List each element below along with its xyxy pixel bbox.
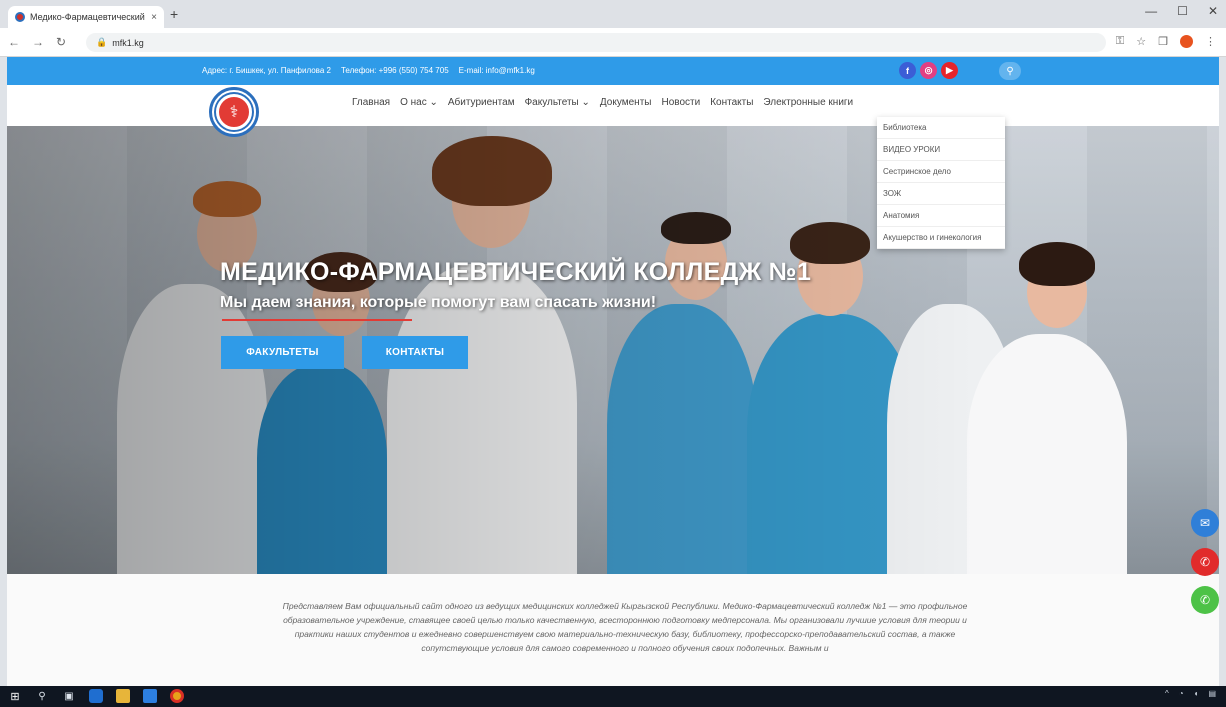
window-controls: — ☐ ✕ [1145,4,1218,18]
task-view-icon[interactable]: ▣ [62,689,76,703]
contact-info: Адрес: г. Бишкек, ул. Панфилова 2 Телефо… [202,66,535,75]
dropdown-item-healthy-lifestyle[interactable]: ЗОЖ [877,183,1005,205]
tab-title: Медико-Фармацевтический к... [30,12,147,22]
hero-banner [7,126,1219,574]
key-icon[interactable]: ⚿ [1116,35,1124,48]
windows-start-icon[interactable]: ⊞ [8,689,22,703]
network-icon[interactable]: ◔ [1179,689,1184,698]
nav-item-contacts[interactable]: Контакты [710,97,753,108]
file-explorer-icon[interactable] [116,689,130,703]
chevron-down-icon: ⌄ [581,97,590,108]
dropdown-item-video-lessons[interactable]: ВИДЕО УРОКИ [877,139,1005,161]
whatsapp-float-icon[interactable]: ✆ [1191,586,1219,614]
nav-item-applicants[interactable]: Абитуриентам [448,97,515,108]
lock-icon: 🔒 [96,37,108,47]
star-icon[interactable]: ☆ [1136,35,1146,48]
forward-icon[interactable]: → [32,35,44,49]
contacts-button[interactable]: КОНТАКТЫ [362,336,468,369]
minimize-button[interactable]: — [1145,4,1157,18]
menu-icon[interactable]: ⋮ [1205,35,1216,48]
url-field[interactable]: 🔒 mfk1.kg [86,33,1106,52]
hero-divider [222,319,412,321]
phone-float-icon[interactable]: ✆ [1191,548,1219,576]
nav-item-about-label: О нас [400,97,427,108]
browser-tab[interactable]: Медико-Фармацевтический к... × [8,6,164,28]
address-bar: ← → ↻ 🔒 mfk1.kg ⚿ ☆ ❒ ⋮ [0,28,1226,57]
college-logo[interactable]: ⚕ [209,87,259,137]
hero-title: МЕДИКО-ФАРМАЦЕВТИЧЕСКИЙ КОЛЛЕДЖ №1 [220,258,812,286]
nav-item-documents[interactable]: Документы [600,97,652,108]
nav-item-faculties[interactable]: Факультеты ⌄ [525,97,590,108]
intro-section: Представляем Вам официальный сайт одного… [7,574,1219,686]
back-icon[interactable]: ← [8,35,20,49]
dropdown-item-obstetrics[interactable]: Акушерство и гинекология [877,227,1005,249]
search-icon[interactable]: ⚲ [999,62,1021,80]
instagram-icon[interactable]: ◎ [920,62,937,79]
maximize-button[interactable]: ☐ [1177,4,1188,18]
intro-text: Представляем Вам официальный сайт одного… [282,601,968,653]
nav-item-faculties-label: Факультеты [524,97,579,108]
hero-subtitle: Мы даем знания, которые помогут вам спас… [220,294,657,311]
browser-toolbar-icons: ⚿ ☆ ❒ ⋮ [1116,35,1216,48]
store-icon[interactable] [143,689,157,703]
system-tray: ^ ◔ ◖ ▤ [1165,689,1216,698]
youtube-icon[interactable]: ▶ [941,62,958,79]
site-info-bar: Адрес: г. Бишкек, ул. Панфилова 2 Телефо… [7,57,1219,85]
nav-item-home[interactable]: Главная [352,97,390,108]
email-text[interactable]: E-mail: info@mfk1.kg [459,66,535,75]
new-tab-button[interactable]: + [170,6,178,22]
phone-text[interactable]: Телефон: +996 (550) 754 705 [341,66,449,75]
taskbar-apps: ⊞ ⚲ ▣ [8,689,184,703]
social-links: f ◎ ▶ [899,62,958,79]
extensions-icon[interactable]: ❒ [1158,35,1168,48]
chevron-down-icon: ⌄ [429,97,438,108]
profile-avatar[interactable] [1180,35,1193,48]
facebook-icon[interactable]: f [899,62,916,79]
url-text: mfk1.kg [112,37,144,48]
faculties-button[interactable]: ФАКУЛЬТЕТЫ [221,336,344,369]
dropdown-item-nursing[interactable]: Сестринское дело [877,161,1005,183]
mail-float-icon[interactable]: ✉ [1191,509,1219,537]
notification-icon[interactable]: ▤ [1208,689,1216,698]
dropdown-item-library[interactable]: Библиотека [877,117,1005,139]
ebooks-dropdown: Библиотека ВИДЕО УРОКИ Сестринское дело … [877,117,1005,249]
nav-item-news[interactable]: Новости [661,97,700,108]
volume-icon[interactable]: ◖ [1194,689,1199,698]
nav-item-about[interactable]: О нас ⌄ [400,97,438,108]
address-text: Адрес: г. Бишкек, ул. Панфилова 2 [202,66,331,75]
reload-icon[interactable]: ↻ [56,35,66,49]
hero-overlay [7,126,1219,574]
browser-tab-bar: Медико-Фармацевтический к... × + — ☐ ✕ [0,0,1226,28]
tray-chevron-icon[interactable]: ^ [1165,689,1169,698]
os-taskbar: ⊞ ⚲ ▣ ^ ◔ ◖ ▤ [0,686,1226,707]
browser-nav-buttons: ← → ↻ [8,35,66,49]
main-nav: Главная О нас ⌄ Абитуриентам Факультеты … [352,97,853,108]
chrome-icon[interactable] [170,689,184,703]
dropdown-item-anatomy[interactable]: Анатомия [877,205,1005,227]
tab-close-icon[interactable]: × [151,12,157,23]
edge-icon[interactable] [89,689,103,703]
close-window-button[interactable]: ✕ [1208,4,1218,18]
caduceus-icon: ⚕ [216,94,252,130]
site-favicon-icon [15,12,25,22]
nav-item-ebooks[interactable]: Электронные книги [763,97,853,108]
site-header: Главная О нас ⌄ Абитуриентам Факультеты … [7,85,1219,126]
search-icon[interactable]: ⚲ [35,689,49,703]
